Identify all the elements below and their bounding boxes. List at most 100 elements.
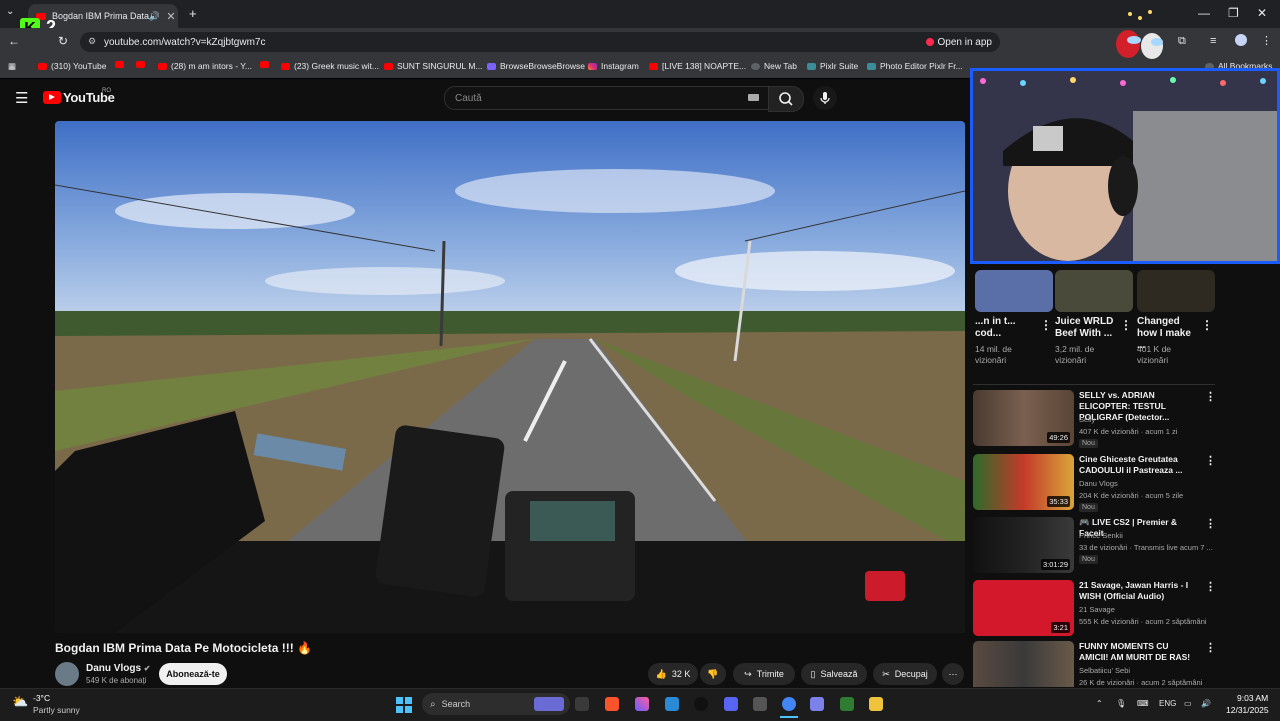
recommendation-title[interactable]: 21 Savage, Jawan Harris - I WISH (Offici…	[1079, 580, 1197, 602]
recommendation-title[interactable]: SELLY vs. ADRIAN ELICOPTER: TESTUL POLIG…	[1079, 390, 1197, 423]
weather-temp[interactable]: -3°C	[33, 693, 50, 703]
media-control-icon[interactable]: ≡	[1210, 35, 1216, 47]
short-more-icon[interactable]: ⋮	[1120, 318, 1132, 332]
profile-avatar[interactable]	[1235, 34, 1247, 46]
dislike-button[interactable]: 👎	[700, 663, 726, 685]
bookmark-item[interactable]	[115, 61, 124, 68]
discord-icon[interactable]	[724, 697, 738, 711]
short-thumbnail[interactable]	[1137, 270, 1215, 312]
address-bar[interactable]: ⚙ youtube.com/watch?v=kZqjbtgwm7c Open i…	[80, 32, 1000, 52]
short-thumbnail[interactable]	[975, 270, 1053, 312]
short-title[interactable]: ...n in t... cod...	[975, 316, 1040, 340]
voice-search-button[interactable]	[813, 86, 837, 110]
short-more-icon[interactable]: ⋮	[1040, 318, 1052, 332]
bookmark-item[interactable]: SUNT SINGURUL M...	[384, 61, 482, 71]
more-icon[interactable]: ⋮	[1205, 580, 1216, 593]
bookmark-item[interactable]: New Tab	[751, 61, 797, 71]
bookmark-item[interactable]: Instagram	[588, 61, 639, 71]
video-player[interactable]	[55, 121, 965, 633]
recommendation-channel[interactable]: Selbatiicu' Sebi	[1079, 666, 1130, 675]
clock-date[interactable]: 12/31/2025	[1226, 705, 1269, 715]
video-thumbnail[interactable]: 49:26	[973, 390, 1074, 446]
bookmark-item[interactable]: BrowseBrowseBrowse	[487, 61, 585, 71]
bookmark-item[interactable]: [LIVE 138] NOAPTE...	[649, 61, 746, 71]
store-icon[interactable]	[665, 697, 679, 711]
network-icon[interactable]: ▭	[1184, 699, 1192, 708]
recommendation-item[interactable]: 49:26 SELLY vs. ADRIAN ELICOPTER: TESTUL…	[973, 390, 1216, 450]
save-button[interactable]: ▯ Salvează	[801, 663, 867, 685]
short-more-icon[interactable]: ⋮	[1201, 318, 1213, 332]
search-input[interactable]: Caută	[444, 86, 770, 110]
tab-audio-icon[interactable]: 🔊	[149, 11, 160, 22]
open-in-app-button[interactable]: Open in app	[925, 34, 992, 50]
close-window-icon[interactable]: ✕	[1257, 6, 1267, 20]
reload-icon[interactable]: ↻	[58, 34, 68, 48]
tab-search-icon[interactable]: ⌄	[6, 6, 14, 17]
extensions-icon[interactable]: ⧉	[1178, 35, 1186, 48]
recommendation-item[interactable]: 35:33 Cine Ghiceste Greutatea CADOULUI i…	[973, 454, 1216, 514]
brave-browser-icon[interactable]	[605, 697, 619, 711]
back-icon[interactable]: ←	[8, 34, 20, 48]
recommendation-channel[interactable]: Prince Senkii	[1079, 531, 1123, 540]
recommendation-channel[interactable]: Danu Vlogs	[1079, 479, 1118, 488]
restore-icon[interactable]: ❐	[1228, 6, 1239, 20]
clock-time[interactable]: 9:03 AM	[1237, 693, 1268, 703]
more-icon[interactable]: ⋮	[1205, 390, 1216, 403]
tab-close-icon[interactable]: ✕	[164, 10, 178, 23]
language-indicator[interactable]: ENG	[1159, 699, 1176, 708]
bookmark-item[interactable]	[136, 61, 145, 68]
recommendation-item[interactable]: 3:21 21 Savage, Jawan Harris - I WISH (O…	[973, 580, 1216, 640]
microphone-tray-icon[interactable]: 🎙	[1116, 699, 1126, 708]
file-explorer-icon[interactable]	[869, 697, 883, 711]
share-button[interactable]: ↪ Trimite	[733, 663, 795, 685]
apps-grid-icon[interactable]: ▦	[8, 61, 16, 72]
search-button[interactable]	[768, 86, 804, 112]
bookmark-item[interactable]	[260, 61, 269, 68]
tray-overflow-icon[interactable]: ⌃	[1096, 699, 1103, 708]
bookmark-item[interactable]: (28) m am intors - Y...	[158, 61, 252, 71]
new-tab-button[interactable]: +	[189, 6, 197, 21]
bookmark-item[interactable]: Pixlr Suite	[807, 61, 858, 71]
keyboard-icon[interactable]	[748, 94, 759, 101]
more-icon[interactable]: ⋮	[1205, 454, 1216, 467]
hamburger-menu-icon[interactable]: ☰	[15, 89, 28, 107]
short-title[interactable]: Juice WRLD Beef With ...	[1055, 316, 1120, 340]
video-thumbnail[interactable]: 3:01:29	[973, 517, 1074, 573]
teams-icon[interactable]	[810, 697, 824, 711]
bookmark-item[interactable]: (23) Greek music wit...	[281, 61, 379, 71]
channel-name[interactable]: Danu Vlogs ✔	[86, 663, 151, 674]
recommendation-item[interactable]: FUNNY MOMENTS CU AMICII! AM MURIT DE RAS…	[973, 641, 1213, 687]
task-view-icon[interactable]	[575, 697, 589, 711]
volume-icon[interactable]: 🔊	[1201, 699, 1211, 708]
recommendation-title[interactable]: FUNNY MOMENTS CU AMICII! AM MURIT DE RAS…	[1079, 641, 1197, 663]
bookmark-item[interactable]: Photo Editor Pixlr Fr...	[867, 61, 963, 71]
weather-icon[interactable]: ⛅	[12, 694, 28, 710]
recommendation-channel[interactable]: Selly	[1079, 415, 1095, 424]
taskbar-search[interactable]: ⌕ Search	[422, 693, 570, 715]
video-thumbnail[interactable]: 3:21	[973, 580, 1074, 636]
channel-avatar[interactable]	[55, 662, 79, 686]
more-icon[interactable]: ⋮	[1205, 517, 1216, 530]
video-thumbnail[interactable]: 35:33	[973, 454, 1074, 510]
recommendation-channel[interactable]: 21 Savage	[1079, 605, 1115, 614]
more-icon[interactable]: ⋮	[1205, 641, 1213, 654]
more-actions-button[interactable]: ⋯	[942, 663, 964, 685]
minimize-icon[interactable]: —	[1198, 6, 1210, 20]
subscribe-button[interactable]: Abonează-te	[159, 663, 227, 685]
keyboard-tray-icon[interactable]: ⌨	[1137, 699, 1149, 708]
calculator-icon[interactable]	[753, 697, 767, 711]
bookmark-item[interactable]: (310) YouTube	[38, 61, 106, 71]
like-button[interactable]: 👍 32 K	[648, 663, 698, 685]
site-info-icon[interactable]: ⚙	[88, 36, 96, 47]
windows-start-icon[interactable]	[396, 697, 412, 713]
recommendation-item[interactable]: 3:01:29 🎮 LIVE CS2 | Premier & Faceit Pr…	[973, 517, 1216, 577]
app-icon[interactable]	[840, 697, 854, 711]
clip-button[interactable]: ✂ Decupaj	[873, 663, 937, 685]
copilot-icon[interactable]	[635, 697, 649, 711]
chrome-icon[interactable]	[782, 697, 796, 711]
video-thumbnail[interactable]	[973, 641, 1074, 687]
chrome-menu-icon[interactable]: ⋮	[1261, 34, 1272, 47]
recommendation-title[interactable]: Cine Ghiceste Greutatea CADOULUI il Past…	[1079, 454, 1197, 476]
short-thumbnail[interactable]	[1055, 270, 1133, 312]
app-icon[interactable]	[694, 697, 708, 711]
